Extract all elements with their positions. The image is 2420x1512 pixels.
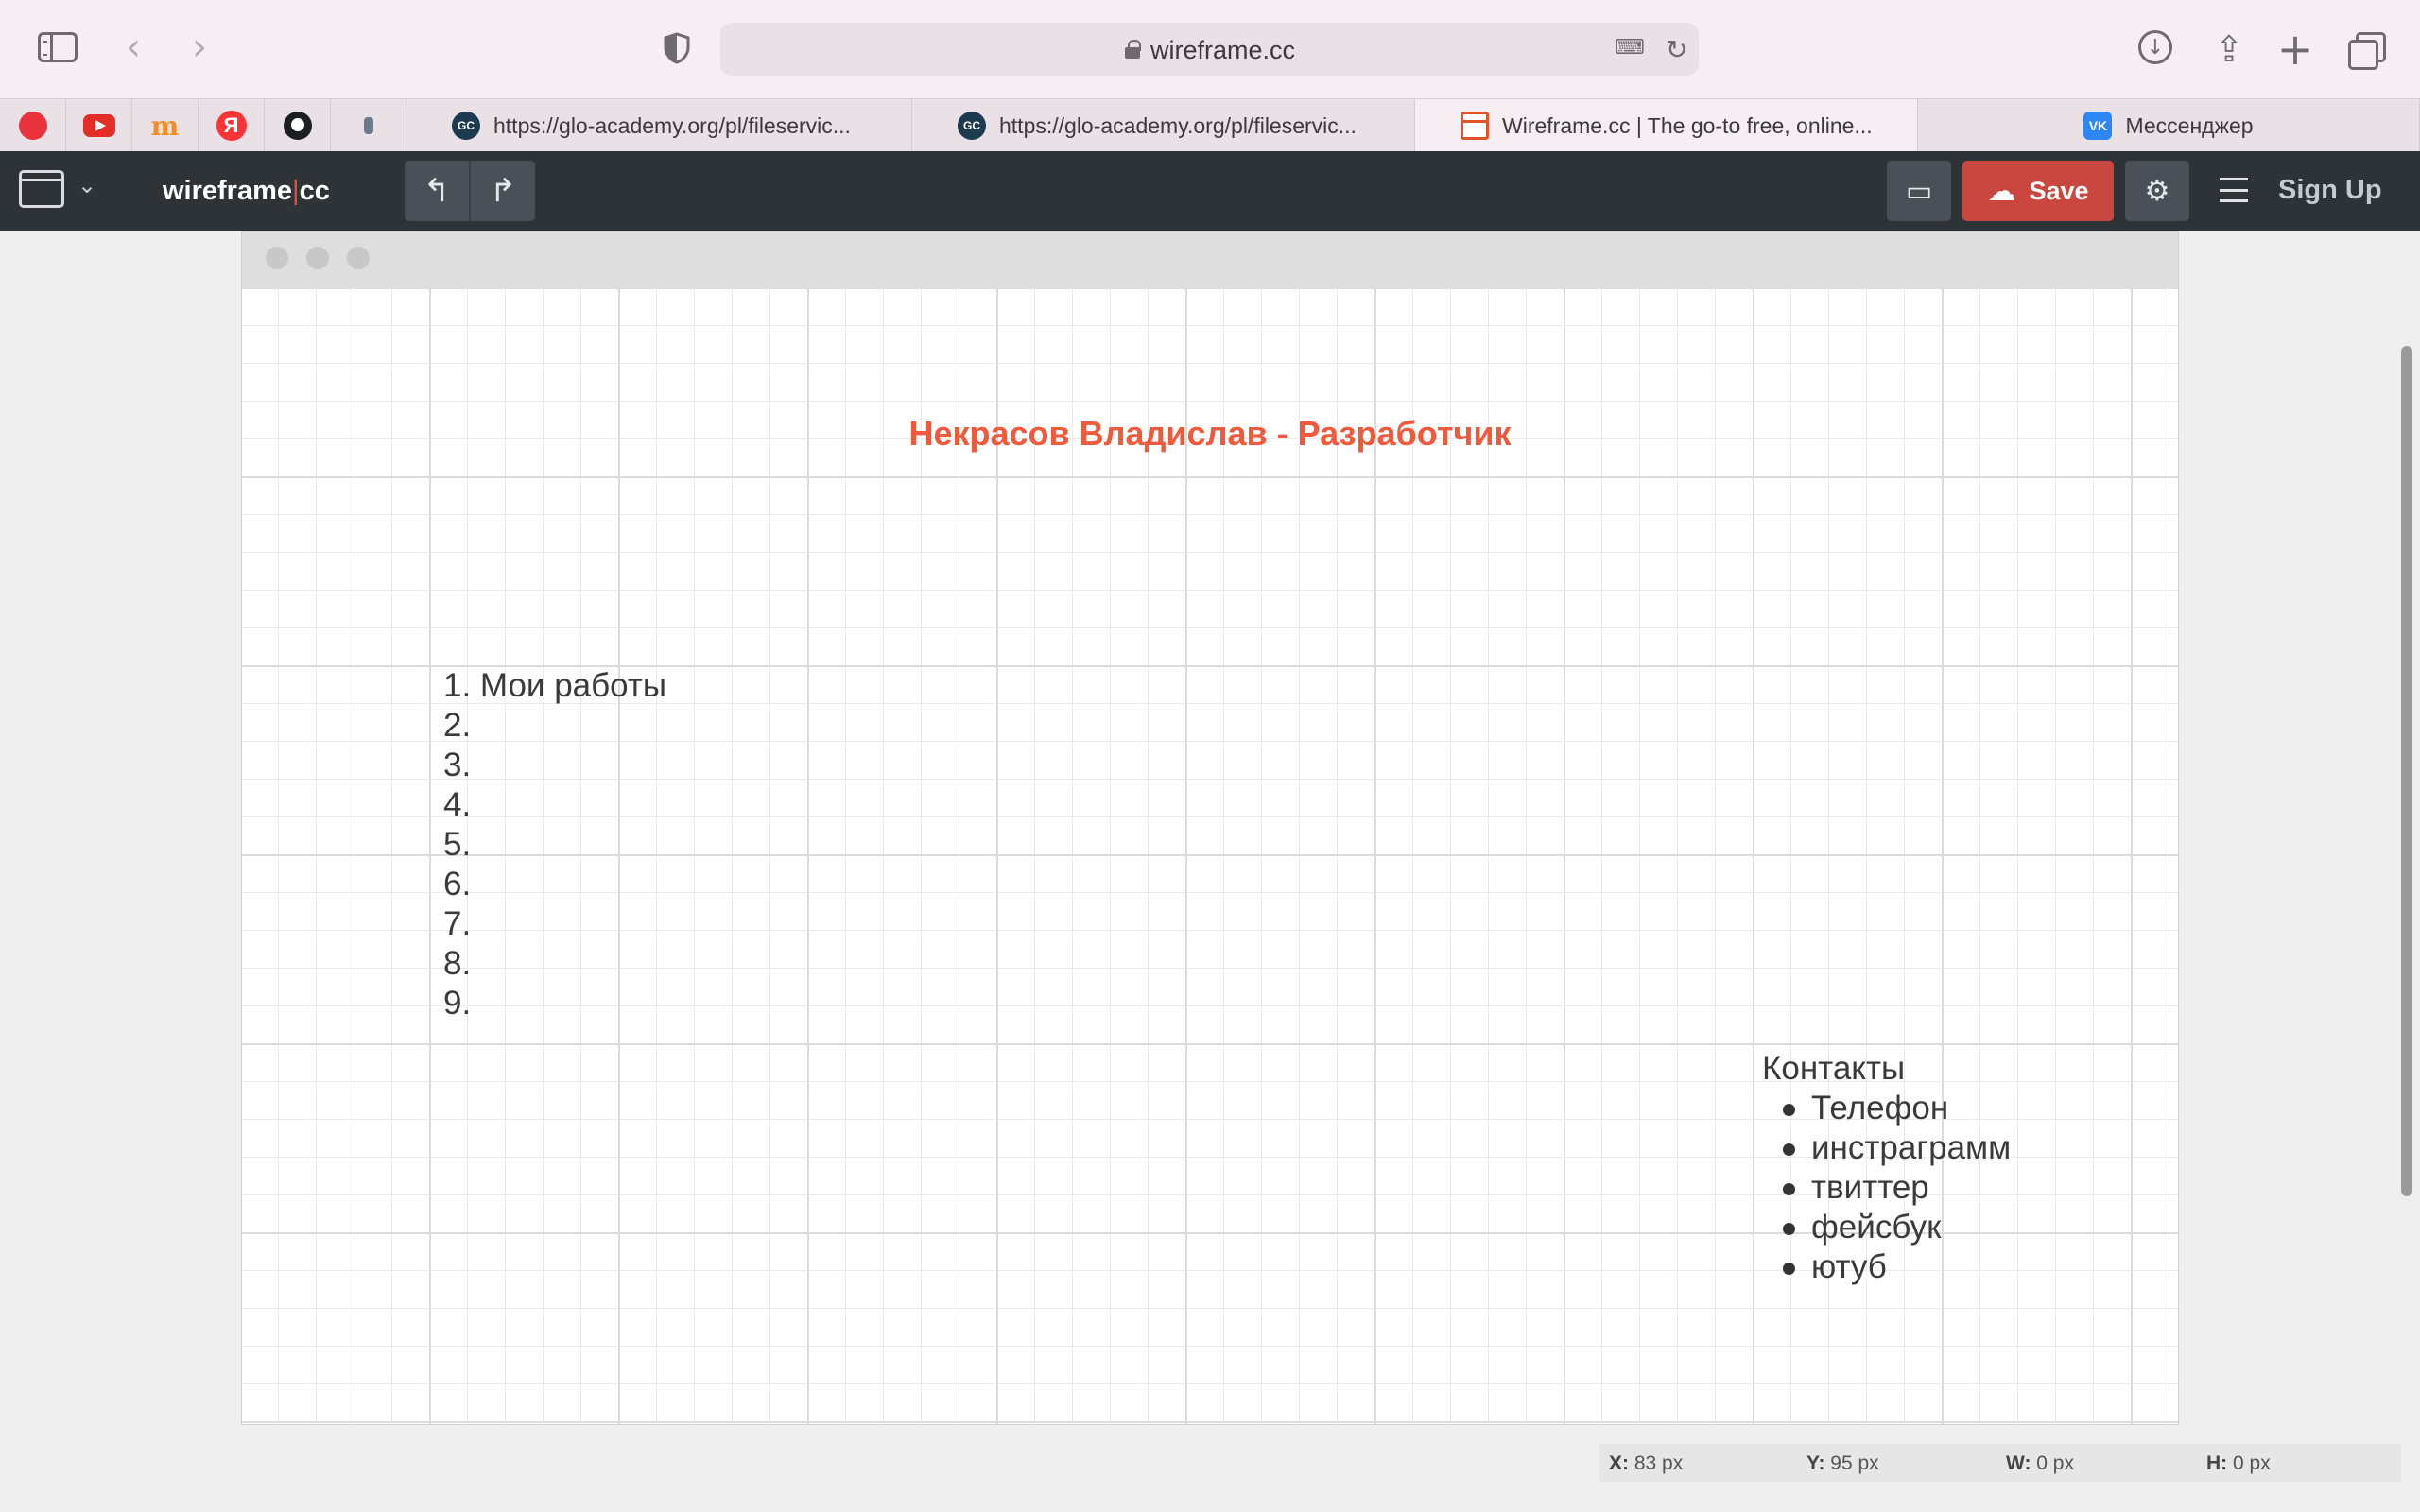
logo-text-left: wireframe (163, 176, 293, 206)
sign-up-link[interactable]: Sign Up (2278, 175, 2382, 206)
comment-icon: ▭ (1905, 174, 1933, 208)
download-icon[interactable]: ↓ (2138, 30, 2172, 64)
pinned-tab-extension[interactable] (331, 99, 406, 152)
contacts-title: Контакты (1762, 1050, 1906, 1087)
w-label: W: (2006, 1452, 2031, 1474)
gc-favicon-icon: GC (452, 112, 480, 140)
logo-text-right: cc (299, 176, 330, 206)
cloud-upload-icon: ☁ (1987, 174, 2016, 208)
gc-favicon-icon: GC (958, 112, 986, 140)
tab-title: https://glo-academy.org/pl/fileservic... (493, 112, 851, 138)
settings-button[interactable]: ⚙ (2125, 161, 2189, 221)
status-h: H: 0 px (2206, 1452, 2271, 1475)
list-item: 1. Мои работы (443, 667, 667, 704)
list-item: твиттер (1783, 1168, 2011, 1208)
contacts-block[interactable]: Контакты Телефон инстраграмм твиттер фей… (1762, 1049, 2011, 1287)
red-circle-icon (18, 112, 47, 140)
new-tab-icon[interactable]: + (2274, 24, 2316, 75)
tab-overview-icon[interactable] (2348, 32, 2386, 70)
tab-title: Wireframe.cc | The go-to free, online... (1502, 112, 1873, 138)
pinned-tab-m[interactable]: m (132, 99, 199, 152)
x-value: 83 px (1634, 1452, 1684, 1474)
vk-favicon-icon: VK (2083, 112, 2113, 140)
tab-title: https://glo-academy.org/pl/fileservic... (999, 112, 1357, 138)
small-icon (363, 117, 373, 134)
pinned-tab-github[interactable] (265, 99, 331, 152)
list-item: 9. (443, 985, 472, 1022)
pinned-tab-yandex[interactable]: Я (199, 99, 265, 152)
status-w: W: 0 px (2006, 1452, 2074, 1475)
status-y: Y: 95 px (1806, 1452, 1879, 1475)
pinned-tab-youtube[interactable] (66, 99, 132, 152)
page-title[interactable]: Некрасов Владислав - Разработчик (242, 414, 2178, 454)
browser-toolbar: ‹ › wireframe.cc ⌨ ↻ ↓ ⇪ + (0, 0, 2420, 98)
browser-window-icon[interactable] (19, 170, 64, 208)
comment-button[interactable]: ▭ (1887, 161, 1951, 221)
list-item: 8. (443, 945, 472, 982)
works-list[interactable]: 1. Мои работы 2. 3. 4. 5. 6. 7. 8. 9. (443, 666, 666, 1023)
undo-redo-group: ↰ ↱ (405, 161, 535, 221)
wireframe-favicon-icon (1461, 112, 1489, 140)
hamburger-menu-icon[interactable] (2220, 178, 2248, 202)
pinned-tab-record[interactable] (0, 99, 66, 152)
share-icon[interactable]: ⇪ (2208, 28, 2250, 70)
yandex-icon: Я (216, 111, 247, 141)
youtube-icon (82, 114, 115, 137)
wireframe-page[interactable]: Некрасов Владислав - Разработчик 1. Мои … (241, 231, 2179, 1425)
sliders-icon: ⚙ (2144, 174, 2170, 208)
tab-wireframe[interactable]: Wireframe.cc | The go-to free, online... (1415, 99, 1918, 152)
frame-dot-icon (266, 247, 288, 269)
vertical-scrollbar[interactable] (2401, 346, 2412, 1196)
tab-glo-academy-1[interactable]: GC https://glo-academy.org/pl/fileservic… (406, 99, 912, 152)
frame-titlebar (242, 232, 2178, 289)
status-x: X: 83 px (1609, 1452, 1683, 1475)
save-button[interactable]: ☁ Save (1962, 161, 2114, 221)
sidebar-toggle-icon[interactable] (38, 32, 78, 62)
list-item: 3. (443, 747, 472, 783)
list-item: 5. (443, 826, 472, 863)
h-value: 0 px (2233, 1452, 2271, 1474)
tab-messenger[interactable]: VK Мессенджер (1918, 99, 2420, 152)
save-label: Save (2029, 176, 2089, 205)
h-label: H: (2206, 1452, 2228, 1474)
lock-icon (1125, 40, 1141, 59)
m-icon: m (150, 110, 180, 142)
frame-dot-icon (347, 247, 370, 269)
github-icon (283, 112, 312, 140)
redo-icon[interactable]: ↱ (471, 161, 535, 221)
logo-separator: | (292, 176, 300, 206)
workspace: Некрасов Владислав - Разработчик 1. Мои … (0, 231, 2420, 1512)
tab-title: Мессенджер (2125, 112, 2254, 138)
address-bar[interactable]: wireframe.cc ⌨ ↻ (720, 23, 1699, 76)
list-item: ютуб (1783, 1247, 2011, 1287)
app-header: ⌄ wireframe|cc ↰ ↱ ▭ ☁ Save ⚙ Sign Up (0, 151, 2420, 231)
w-value: 0 px (2036, 1452, 2074, 1474)
reload-icon[interactable]: ↻ (1666, 34, 1687, 65)
frame-dot-icon (306, 247, 329, 269)
url-text: wireframe.cc (1150, 36, 1296, 64)
status-bar: X: 83 px Y: 95 px W: 0 px H: 0 px (1599, 1444, 2401, 1482)
list-item: Телефон (1783, 1089, 2011, 1128)
tab-glo-academy-2[interactable]: GC https://glo-academy.org/pl/fileservic… (912, 99, 1415, 152)
list-item: 4. (443, 786, 472, 823)
translate-icon[interactable]: ⌨ (1615, 36, 1652, 62)
forward-arrow-icon[interactable]: › (185, 26, 214, 69)
list-item: инстраграмм (1783, 1128, 2011, 1168)
app-logo[interactable]: wireframe|cc (163, 176, 330, 207)
list-item: фейсбук (1783, 1208, 2011, 1247)
contacts-list: Телефон инстраграмм твиттер фейсбук ютуб (1762, 1089, 2011, 1287)
undo-icon[interactable]: ↰ (405, 161, 471, 221)
chevron-down-icon[interactable]: ⌄ (78, 172, 96, 198)
y-value: 95 px (1830, 1452, 1879, 1474)
list-item: 2. (443, 707, 472, 744)
list-item: 7. (443, 905, 472, 942)
x-label: X: (1609, 1452, 1629, 1474)
tab-strip: m Я GC https://glo-academy.org/pl/filese… (0, 98, 2420, 152)
y-label: Y: (1806, 1452, 1825, 1474)
list-item: 6. (443, 866, 472, 902)
privacy-shield-icon[interactable] (662, 32, 692, 64)
back-arrow-icon[interactable]: ‹ (119, 26, 147, 69)
